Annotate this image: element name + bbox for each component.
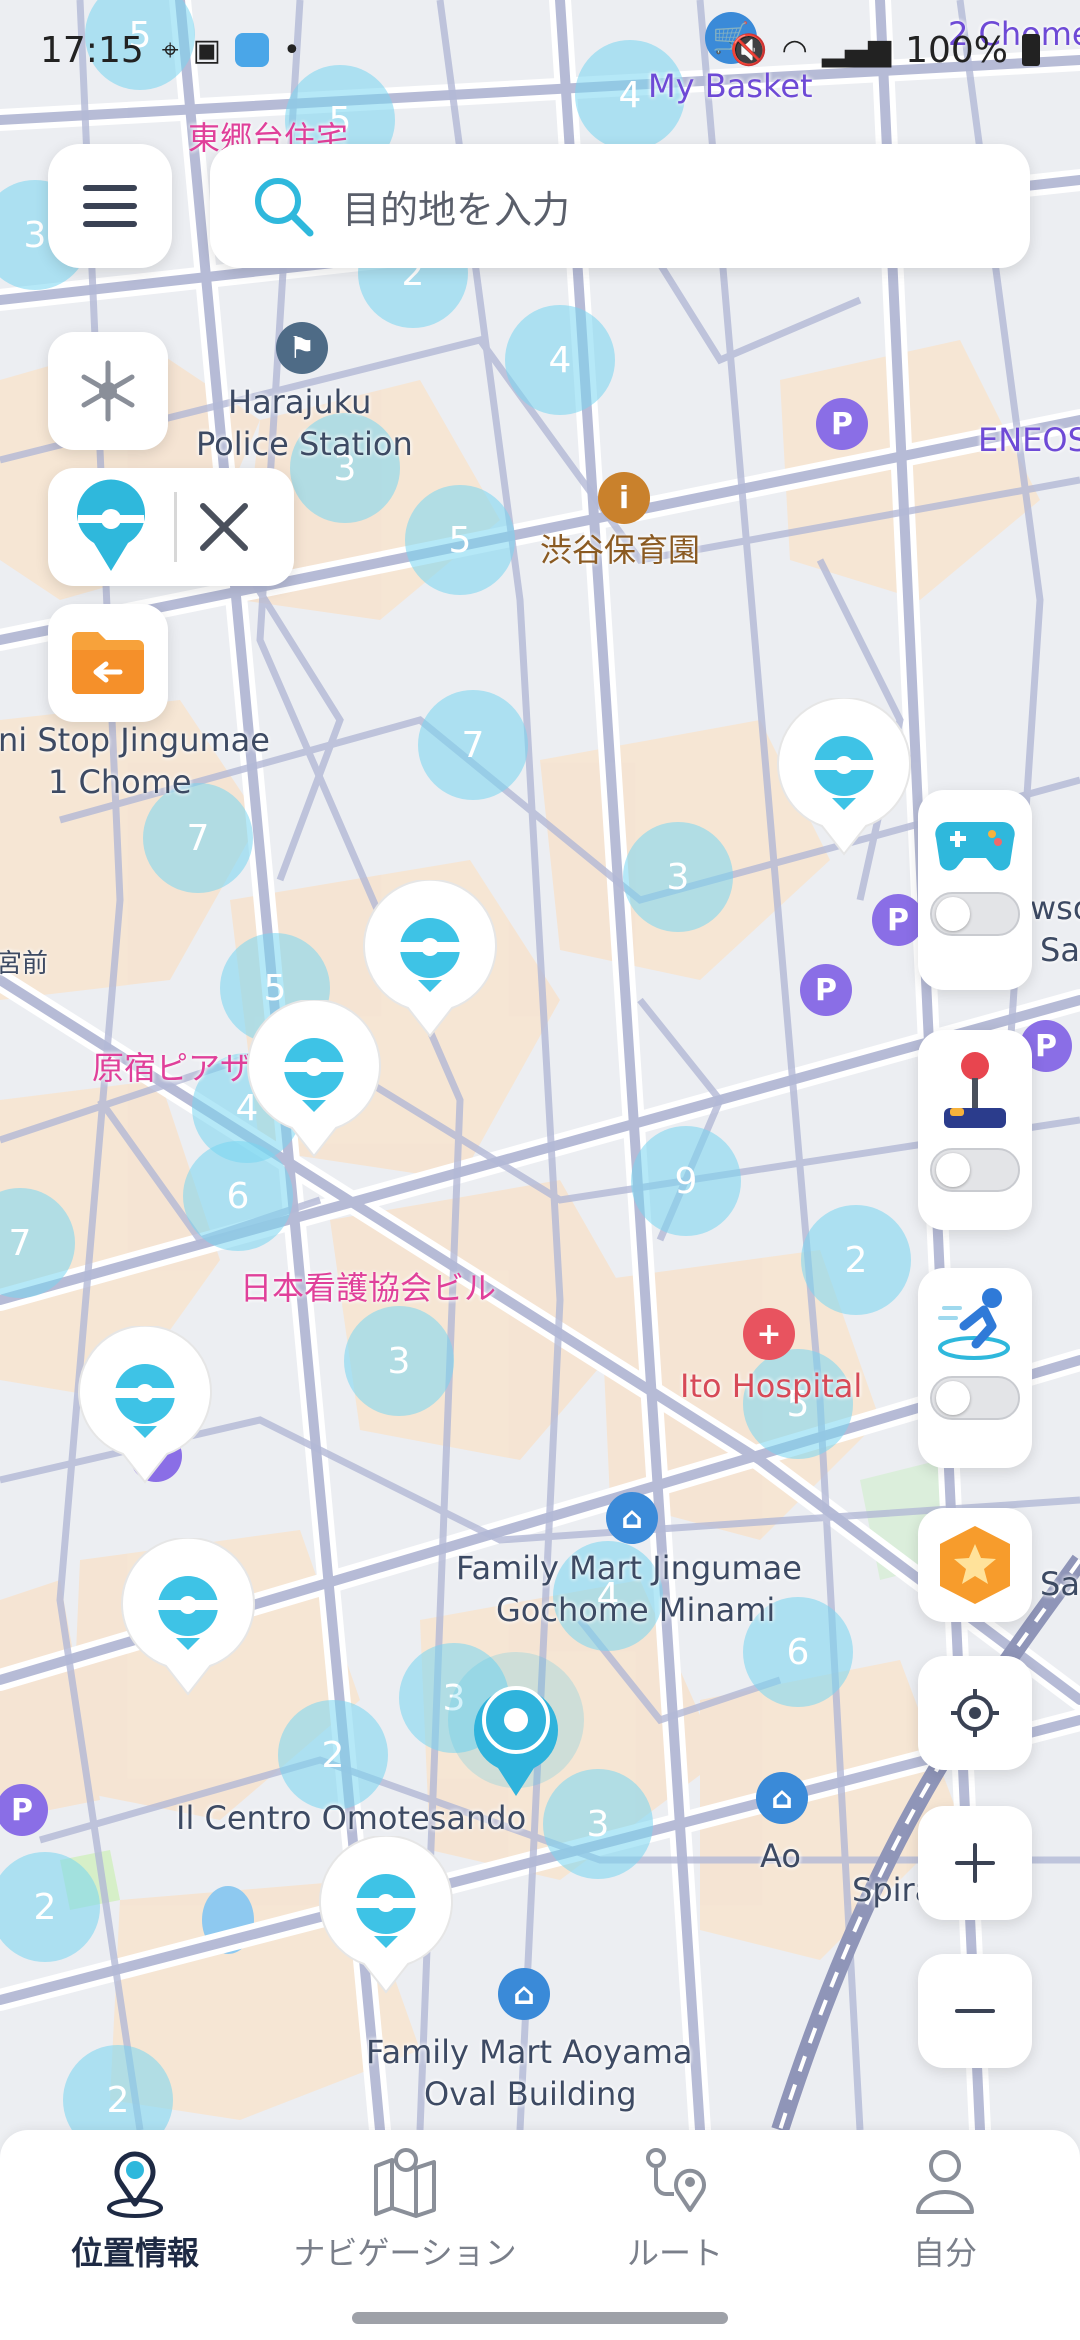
hamburger-icon [83, 185, 137, 227]
gamepad-icon [935, 821, 1015, 871]
wifi-status-icon: ◠ [781, 32, 808, 68]
spot-cluster[interactable]: 9 [631, 1126, 741, 1236]
parking-icon[interactable]: P [800, 964, 852, 1016]
home-indicator[interactable] [352, 2312, 728, 2324]
police-station-icon[interactable]: ⚑ [276, 322, 328, 374]
app-status-icon [235, 33, 269, 67]
convenience-store-icon[interactable]: ⌂ [498, 1968, 550, 2020]
hospital-icon[interactable]: + [743, 1308, 795, 1360]
location-pin-icon [107, 2151, 163, 2218]
running-person-icon [938, 1288, 1010, 1360]
map-label: ENEOS [978, 421, 1080, 459]
gamepad-control [918, 790, 1032, 990]
crosshair-icon [951, 1689, 999, 1737]
spot-pin[interactable] [120, 1538, 256, 1698]
cooldown-button[interactable] [48, 332, 168, 450]
divider [174, 492, 177, 562]
spot-cluster[interactable]: 7 [418, 690, 528, 800]
spot-cluster[interactable]: 3 [623, 822, 733, 932]
star-badge-icon [940, 1526, 1010, 1604]
spot-pin-icon[interactable] [68, 479, 154, 575]
status-bar: 17:15 ⌖ ▣ • 🔇 ◠ ▂▄▆ 100% [0, 0, 1080, 100]
map-icon [374, 2148, 436, 2218]
history-folder-button[interactable] [48, 604, 168, 722]
search-placeholder: 目的地を入力 [342, 187, 571, 232]
joystick-icon [944, 1052, 1006, 1128]
minus-icon [955, 2009, 995, 2013]
map-label: Il Centro Omotesando [176, 1799, 527, 1837]
spot-pin[interactable] [362, 880, 498, 1040]
map-label: 1 Chome [48, 763, 192, 801]
map-label: Sa [1040, 1565, 1080, 1603]
mute-status-icon: 🔇 [730, 32, 768, 68]
close-icon[interactable] [197, 500, 251, 554]
user-icon [916, 2150, 974, 2214]
bottom-navigation: 位置情報 ナビゲーション ルート 自分 [0, 2130, 1080, 2340]
joystick-toggle[interactable] [930, 1148, 1020, 1192]
search-bar[interactable]: 目的地を入力 [210, 144, 1030, 268]
menu-button[interactable] [48, 144, 172, 268]
gallery-status-icon: ▣ [192, 32, 221, 68]
tab-location-label: 位置情報 [70, 2234, 199, 2272]
spot-cluster[interactable]: 4 [505, 305, 615, 415]
spot-pin[interactable] [246, 1000, 382, 1160]
map-label: 日本看護協会ビル [240, 1269, 497, 1307]
my-location-button[interactable] [918, 1656, 1032, 1770]
spot-cluster[interactable]: 2 [278, 1700, 388, 1810]
tab-location[interactable]: 位置情報 [0, 2144, 270, 2274]
nursery-icon[interactable]: i [598, 472, 650, 524]
convenience-store-icon[interactable]: ⌂ [606, 1492, 658, 1544]
map-label: Harajuku [228, 383, 372, 421]
map-label: Ito Hospital [680, 1367, 863, 1405]
map-label: Sa [1040, 931, 1080, 969]
map-label: 宮前 [0, 949, 49, 979]
map-label: Police Station [196, 425, 413, 463]
favorites-button[interactable] [918, 1508, 1032, 1622]
spot-pin[interactable] [318, 1836, 454, 1996]
tab-route-label: ルート [626, 2234, 723, 2272]
snowflake-icon [81, 360, 135, 422]
joystick-control [918, 1030, 1032, 1230]
map-label: Family Mart Jingumae [456, 1549, 802, 1587]
battery-icon [1022, 34, 1040, 66]
tab-navigation[interactable]: ナビゲーション [270, 2144, 540, 2274]
spot-filter-bar [48, 468, 294, 586]
location-status-icon: ⌖ [161, 32, 179, 68]
map-label: ni Stop Jingumae [0, 721, 270, 759]
auto-walk-control [918, 1268, 1032, 1468]
signal-status-icon: ▂▄▆ [821, 32, 892, 68]
plus-icon [955, 1843, 995, 1883]
tab-route[interactable]: ルート [540, 2144, 810, 2274]
dot-status-icon: • [283, 32, 301, 68]
zoom-out-button[interactable] [918, 1954, 1032, 2068]
gamepad-toggle[interactable] [930, 892, 1020, 936]
spot-cluster[interactable]: 3 [344, 1306, 454, 1416]
map-label: Family Mart Aoyama [366, 2033, 693, 2071]
route-icon [646, 2148, 706, 2212]
shop-icon[interactable]: ⌂ [756, 1772, 808, 1824]
map-label: wso [1030, 889, 1080, 927]
parking-icon[interactable]: P [872, 894, 924, 946]
tab-me[interactable]: 自分 [810, 2144, 1080, 2274]
map-label: Gochome Minami [496, 1591, 776, 1629]
status-time: 17:15 [40, 29, 144, 71]
spot-cluster[interactable]: 2 [801, 1205, 911, 1315]
spot-cluster[interactable]: 5 [405, 485, 515, 595]
spot-pin[interactable] [776, 698, 912, 858]
tab-navigation-label: ナビゲーション [293, 2234, 517, 2272]
auto-walk-toggle[interactable] [930, 1376, 1020, 1420]
map-label: 渋谷保育園 [540, 531, 701, 569]
search-icon [255, 178, 314, 237]
tab-me-label: 自分 [912, 2234, 977, 2272]
parking-icon[interactable]: P [816, 398, 868, 450]
map-label: Ao [760, 1837, 801, 1875]
spot-pin[interactable] [77, 1326, 213, 1486]
current-location-marker[interactable] [446, 1650, 586, 1800]
folder-back-icon [72, 632, 144, 694]
map-label: Oval Building [424, 2075, 637, 2113]
zoom-in-button[interactable] [918, 1806, 1032, 1920]
battery-percent: 100% [905, 29, 1008, 71]
